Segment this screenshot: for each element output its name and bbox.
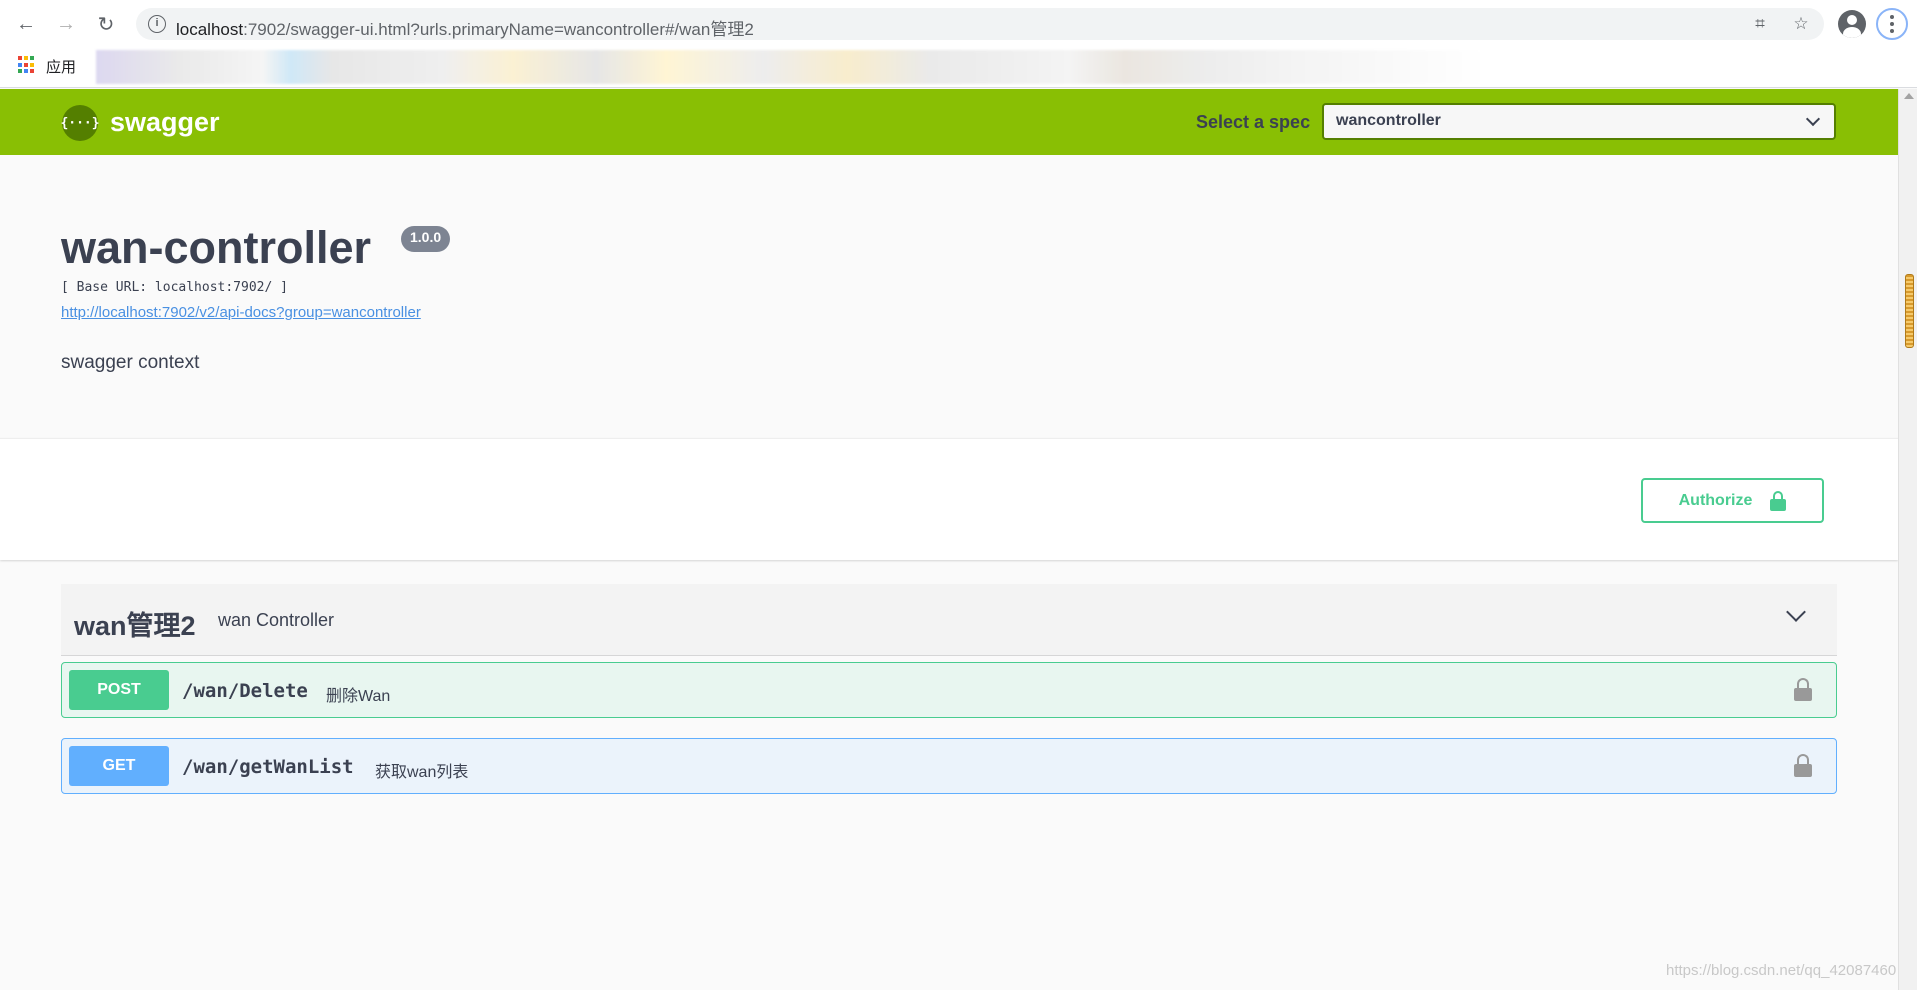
translate-icon[interactable]: ⌗: [1750, 14, 1770, 34]
chevron-down-icon[interactable]: [1786, 602, 1806, 622]
blurred-bookmarks: [96, 50, 1486, 84]
lock-icon[interactable]: [1794, 754, 1812, 778]
method-badge: POST: [69, 670, 169, 710]
page-scrollbar[interactable]: [1898, 89, 1917, 990]
scroll-up-icon[interactable]: [1904, 93, 1914, 99]
apps-grid-icon[interactable]: [18, 56, 36, 74]
api-docs-link[interactable]: http://localhost:7902/v2/api-docs?group=…: [61, 304, 421, 321]
site-info-icon[interactable]: i: [148, 15, 166, 33]
bookmark-star-icon[interactable]: ☆: [1791, 14, 1811, 34]
chevron-down-icon: [1805, 111, 1821, 127]
api-info: wan-controller 1.0.0 [ Base URL: localho…: [0, 155, 1898, 438]
watermark: https://blog.csdn.net/qq_42087460: [1666, 962, 1897, 979]
select-spec-label: Select a spec: [1196, 112, 1311, 132]
operation-summary: 获取wan列表: [375, 764, 469, 781]
tag-description: wan Controller: [218, 610, 335, 630]
authorize-button[interactable]: Authorize: [1641, 478, 1824, 523]
lock-icon[interactable]: [1794, 678, 1812, 702]
reload-icon[interactable]: ↻: [92, 10, 120, 38]
tag-name: wan管理2: [74, 611, 196, 641]
swagger-topbar: {···} swagger Select a spec wancontrolle…: [0, 89, 1898, 155]
tag-section-header[interactable]: wan管理2 wan Controller: [61, 584, 1837, 656]
spec-select[interactable]: wancontroller: [1322, 103, 1836, 140]
operation-get-wanlist[interactable]: GET /wan/getWanList 获取wan列表: [61, 738, 1837, 794]
swagger-logo-text[interactable]: swagger: [110, 107, 220, 138]
spec-select-value: wancontroller: [1336, 112, 1441, 129]
apps-bookmark-label[interactable]: 应用: [46, 56, 76, 77]
api-description: swagger context: [61, 352, 200, 373]
api-title: wan-controller: [61, 222, 372, 273]
url-path: :7902/swagger-ui.html?urls.primaryName=w…: [243, 20, 754, 39]
method-badge: GET: [69, 746, 169, 786]
browser-menu-icon[interactable]: [1876, 8, 1908, 40]
scheme-container: Authorize: [0, 438, 1898, 560]
operation-path: /wan/Delete: [182, 680, 308, 702]
url-host: localhost: [176, 20, 244, 39]
profile-avatar-icon[interactable]: [1838, 10, 1866, 38]
address-bar[interactable]: i localhost:7902/swagger-ui.html?urls.pr…: [136, 8, 1824, 40]
swagger-logo-icon[interactable]: {···}: [60, 105, 100, 141]
url-text[interactable]: localhost:7902/swagger-ui.html?urls.prim…: [176, 15, 754, 40]
operation-path: /wan/getWanList: [182, 756, 354, 778]
operation-summary: 删除Wan: [326, 688, 391, 705]
unlock-icon: [1770, 490, 1787, 511]
browser-chrome: ← → ↻ i localhost:7902/swagger-ui.html?u…: [0, 0, 1917, 88]
forward-icon[interactable]: →: [52, 10, 80, 38]
base-url: [ Base URL: localhost:7902/ ]: [61, 280, 288, 295]
browser-navbar: ← → ↻ i localhost:7902/swagger-ui.html?u…: [0, 0, 1917, 48]
operation-post-delete[interactable]: POST /wan/Delete 删除Wan: [61, 662, 1837, 718]
authorize-label: Authorize: [1678, 491, 1753, 509]
back-icon[interactable]: ←: [12, 10, 40, 38]
version-badge: 1.0.0: [401, 226, 451, 252]
scroll-thumb[interactable]: [1905, 274, 1914, 348]
